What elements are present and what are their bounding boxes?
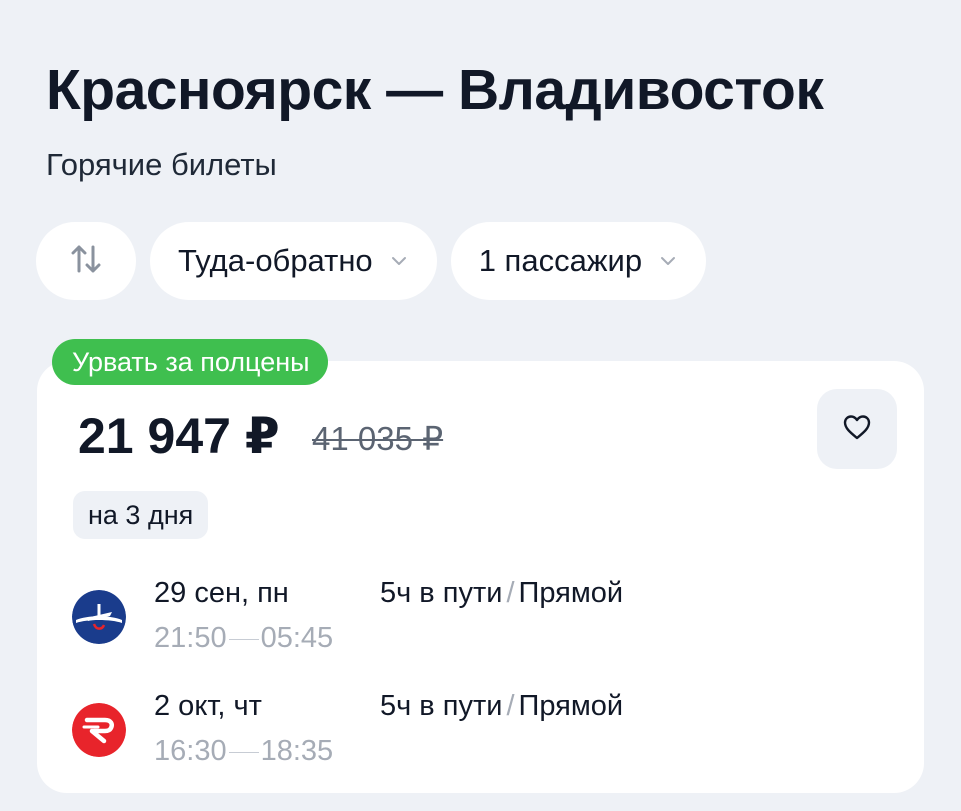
time-separator	[228, 638, 259, 640]
favorite-button[interactable]	[817, 389, 897, 469]
flight-row[interactable]: 2 окт, чт 16:30 18:35 5ч в пути / Прямой	[72, 688, 872, 768]
passengers-select[interactable]: 1 пассажир	[450, 222, 707, 300]
trip-duration-badge: на 3 дня	[73, 491, 209, 539]
travel-time: 5ч в пути	[380, 577, 503, 609]
chevron-down-icon	[391, 256, 407, 266]
chevron-down-icon	[660, 256, 676, 266]
stops-info: Прямой	[518, 577, 624, 609]
trip-type-label: Туда-обратно	[178, 243, 373, 278]
heart-icon	[842, 413, 872, 446]
departure-time: 16:30	[154, 735, 227, 767]
promo-badge: Урвать за полцены	[52, 339, 328, 385]
page-title: Красноярск — Владивосток	[46, 58, 824, 122]
time-separator	[228, 751, 259, 753]
passengers-label: 1 пассажир	[478, 243, 643, 278]
travel-time: 5ч в пути	[380, 690, 503, 722]
nordwind-logo-icon	[72, 703, 126, 757]
filters-bar: Туда-обратно 1 пассажир	[36, 222, 720, 300]
offer-old-price: 41 035 ₽	[312, 420, 444, 457]
flight-row[interactable]: 29 сен, пн 21:50 05:45 5ч в пути / Прямой	[72, 575, 872, 655]
flight-times: 21:50 05:45	[154, 620, 333, 656]
aeroflot-logo-icon	[72, 590, 126, 644]
flight-date: 29 сен, пн	[154, 577, 289, 609]
flight-date: 2 окт, чт	[154, 690, 262, 722]
info-separator: /	[506, 690, 515, 722]
info-separator: /	[506, 577, 515, 609]
offer-price: 21 947 ₽	[78, 408, 280, 464]
trip-type-select[interactable]: Туда-обратно	[150, 222, 437, 300]
flight-info: 5ч в пути / Прямой	[380, 688, 623, 724]
arrival-time: 18:35	[260, 735, 334, 767]
stops-info: Прямой	[518, 690, 624, 722]
departure-time: 21:50	[154, 622, 227, 654]
swap-vertical-icon	[69, 242, 103, 281]
arrival-time: 05:45	[260, 622, 334, 654]
flight-times: 16:30 18:35	[154, 733, 333, 769]
swap-direction-button[interactable]	[36, 222, 136, 300]
page-subtitle: Горячие билеты	[46, 147, 277, 182]
flight-info: 5ч в пути / Прямой	[380, 575, 623, 611]
